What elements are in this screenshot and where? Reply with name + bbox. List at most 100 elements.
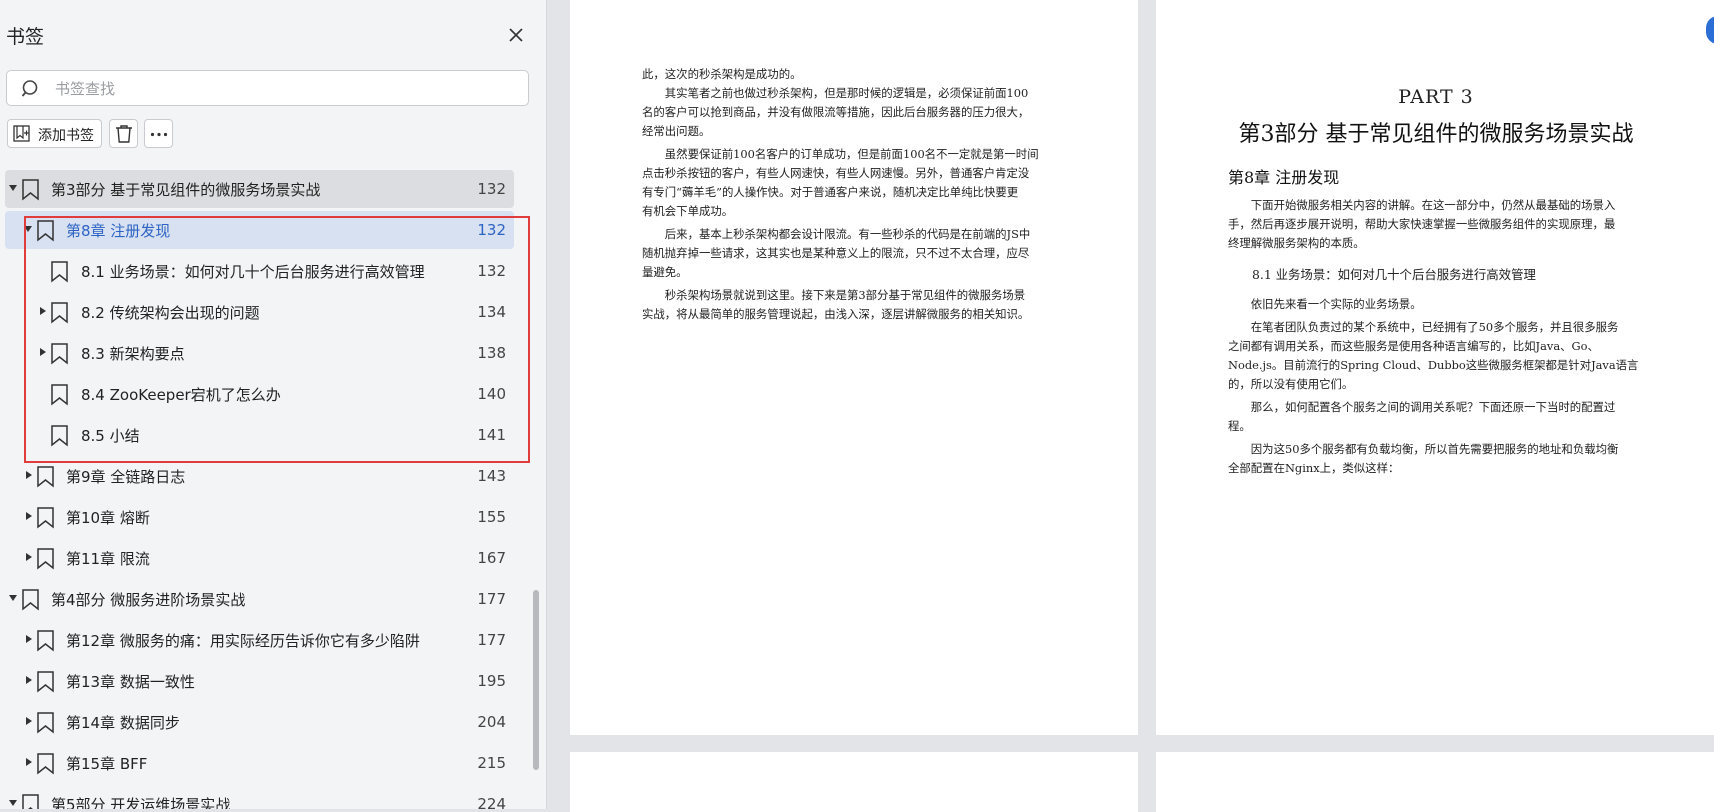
- bookmark-icon: [37, 507, 54, 529]
- document-page-next-right: [1156, 752, 1714, 812]
- text-line: 那么，如何配置各个服务之间的调用关系呢？下面还原一下当时的配置过: [1228, 400, 1616, 414]
- bookmark-icon: [51, 261, 68, 283]
- text-line: 在笔者团队负责过的某个系统中，已经拥有了50多个服务，并且很多服务: [1228, 320, 1619, 334]
- text-line: 秒杀架构场景就说到这里。接下来是第3部分基于常见组件的微服务场景: [642, 288, 1026, 302]
- delete-bookmark-button[interactable]: [109, 119, 138, 148]
- part-label: PART 3: [1398, 86, 1474, 108]
- bookmark-search-box[interactable]: [6, 70, 529, 106]
- collapsed-arrow-icon[interactable]: [24, 470, 34, 480]
- bookmark-page: 140: [477, 385, 506, 403]
- collapsed-arrow-icon[interactable]: [24, 675, 34, 685]
- add-bookmark-button[interactable]: 添加书签: [7, 119, 102, 148]
- bookmark-label: 第4部分 微服务进阶场景实战: [51, 591, 246, 609]
- bookmark-icon: [22, 179, 39, 201]
- text-line: 点击秒杀按钮的客户，有些人网速快，有些人网速慢。另外，普通客户肯定没: [642, 166, 1030, 180]
- bookmark-icon: [22, 794, 39, 809]
- bookmark-page: 224: [477, 795, 506, 809]
- collapsed-arrow-icon[interactable]: [24, 552, 34, 562]
- expanded-arrow-icon[interactable]: [8, 798, 18, 808]
- bookmark-page: 215: [477, 754, 506, 772]
- bookmark-page: 195: [477, 672, 506, 690]
- bookmark-icon: [51, 343, 68, 365]
- bookmark-item-chapter-12[interactable]: 第12章 微服务的痛：用实际经历告诉你它有多少陷阱 177: [5, 621, 514, 659]
- bookmark-label: 第11章 限流: [66, 550, 150, 568]
- bookmark-label: 8.4 ZooKeeper宕机了怎么办: [81, 386, 281, 404]
- bookmark-icon: [51, 302, 68, 324]
- bookmark-icon: [37, 630, 54, 652]
- expanded-arrow-icon[interactable]: [8, 593, 18, 603]
- document-page-left: 此，这次的秒杀架构是成功的。 其实笔者之前也做过秒杀架构，但是那时候的逻辑是，必…: [570, 0, 1138, 735]
- bookmark-item-chapter-11[interactable]: 第11章 限流 167: [5, 539, 514, 577]
- collapsed-arrow-icon[interactable]: [38, 347, 48, 357]
- text-line: 手，然后再逐步展开说明，帮助大家快速掌握一些微服务组件的实现原理，最: [1228, 217, 1616, 231]
- bookmark-item-chapter-14[interactable]: 第14章 数据同步 204: [5, 703, 514, 741]
- text-line: 有专门“薅羊毛”的人操作快。对于普通客户来说，随机决定比单纯比快要更: [642, 185, 1019, 199]
- bookmark-page: 177: [477, 631, 506, 649]
- bookmark-item-chapter-9[interactable]: 第9章 全链路日志 143: [5, 457, 514, 495]
- text-line: 实战，将从最简单的服务管理说起，由浅入深，逐层讲解微服务的相关知识。: [642, 307, 1030, 321]
- bookmark-search-input[interactable]: [53, 77, 517, 101]
- more-options-button[interactable]: [144, 119, 173, 148]
- collapsed-arrow-icon[interactable]: [24, 757, 34, 767]
- bookmark-icon: [51, 425, 68, 447]
- collapsed-arrow-icon[interactable]: [24, 716, 34, 726]
- bookmark-page: 141: [477, 426, 506, 444]
- bookmark-item-8-4[interactable]: 8.4 ZooKeeper宕机了怎么办 140: [5, 375, 514, 413]
- bookmark-page: 167: [477, 549, 506, 567]
- section-title: 8.1 业务场景：如何对几十个后台服务进行高效管理: [1252, 267, 1536, 282]
- part-title: 第3部分 基于常见组件的微服务场景实战: [1238, 122, 1634, 147]
- text-line: 终理解微服务架构的本质。: [1228, 236, 1365, 250]
- close-sidebar-button[interactable]: [505, 24, 527, 46]
- text-line: 其实笔者之前也做过秒杀架构，但是那时候的逻辑是，必须保证前面100: [642, 86, 1029, 100]
- bookmark-label: 第10章 熔断: [66, 509, 150, 527]
- bookmark-page: 143: [477, 467, 506, 485]
- text-line: 程。: [1228, 419, 1251, 433]
- bookmark-item-chapter-10[interactable]: 第10章 熔断 155: [5, 498, 514, 536]
- bookmark-item-chapter-8[interactable]: 第8章 注册发现 132: [5, 211, 514, 249]
- text-line: 依旧先来看一个实际的业务场景。: [1228, 297, 1422, 311]
- bookmark-item-part-3[interactable]: 第3部分 基于常见组件的微服务场景实战 132: [5, 170, 514, 208]
- expanded-arrow-icon[interactable]: [8, 183, 18, 193]
- close-icon: [509, 28, 523, 42]
- bookmark-item-chapter-15[interactable]: 第15章 BFF 215: [5, 744, 514, 782]
- bookmark-icon: [37, 712, 54, 734]
- text-line: 下面开始微服务相关内容的讲解。在这一部分中，仍然从最基础的场景入: [1228, 198, 1616, 212]
- bookmark-label: 第9章 全链路日志: [66, 468, 186, 486]
- text-line: 随机抛弃掉一些请求，这其实也是某种意义上的限流，只不过不太合理，应尽: [642, 246, 1030, 260]
- add-bookmark-label: 添加书签: [38, 128, 94, 144]
- bookmark-label: 第8章 注册发现: [66, 222, 171, 240]
- bookmark-page: 155: [477, 508, 506, 526]
- bookmark-item-8-3[interactable]: 8.3 新架构要点 138: [5, 334, 514, 372]
- bookmark-icon: [37, 548, 54, 570]
- document-page-next-left: [570, 752, 1138, 812]
- bookmark-page: 134: [477, 303, 506, 321]
- bookmark-label: 第14章 数据同步: [66, 714, 180, 732]
- bookmark-label: 第3部分 基于常见组件的微服务场景实战: [51, 181, 321, 199]
- sidebar-scrollbar[interactable]: [533, 590, 539, 770]
- text-line: 此，这次的秒杀架构是成功的。: [642, 67, 802, 81]
- bookmark-label: 第15章 BFF: [66, 755, 148, 773]
- bookmark-item-part-4[interactable]: 第4部分 微服务进阶场景实战 177: [5, 580, 514, 618]
- text-line: Node.js。目前流行的Spring Cloud、Dubbo这些微服务框架都是…: [1228, 358, 1639, 372]
- bookmark-item-8-5[interactable]: 8.5 小结 141: [5, 416, 514, 454]
- text-line: 虽然要保证前100名客户的订单成功，但是前面100名不一定就是第一时间: [642, 147, 1039, 161]
- bookmark-icon: [22, 589, 39, 611]
- bookmark-page: 132: [477, 221, 506, 239]
- expanded-arrow-icon[interactable]: [23, 224, 33, 234]
- bookmark-item-chapter-13[interactable]: 第13章 数据一致性 195: [5, 662, 514, 700]
- collapsed-arrow-icon[interactable]: [24, 511, 34, 521]
- bookmark-icon: [37, 466, 54, 488]
- text-line: 因为这50多个服务都有负载均衡，所以首先需要把服务的地址和负载均衡: [1228, 442, 1619, 456]
- bookmark-item-8-1[interactable]: 8.1 业务场景：如何对几十个后台服务进行高效管理 132: [5, 252, 514, 290]
- bookmark-item-8-2[interactable]: 8.2 传统架构会出现的问题 134: [5, 293, 514, 331]
- bookmark-sidebar: 书签 添加书签: [0, 0, 547, 809]
- text-line: 经常出问题。: [642, 124, 711, 138]
- text-line: 全部配置在Nginx上，类似这样：: [1228, 461, 1400, 475]
- bookmark-icon: [37, 220, 54, 242]
- collapsed-arrow-icon[interactable]: [38, 306, 48, 316]
- collapsed-arrow-icon[interactable]: [24, 634, 34, 644]
- document-page-right: PART 3 第3部分 基于常见组件的微服务场景实战 第8章 注册发现 下面开始…: [1156, 0, 1714, 735]
- bookmark-item-part-5[interactable]: 第5部分 开发运维场景实战 224: [5, 785, 514, 809]
- search-icon: [21, 80, 38, 97]
- bookmark-label: 8.5 小结: [81, 427, 140, 445]
